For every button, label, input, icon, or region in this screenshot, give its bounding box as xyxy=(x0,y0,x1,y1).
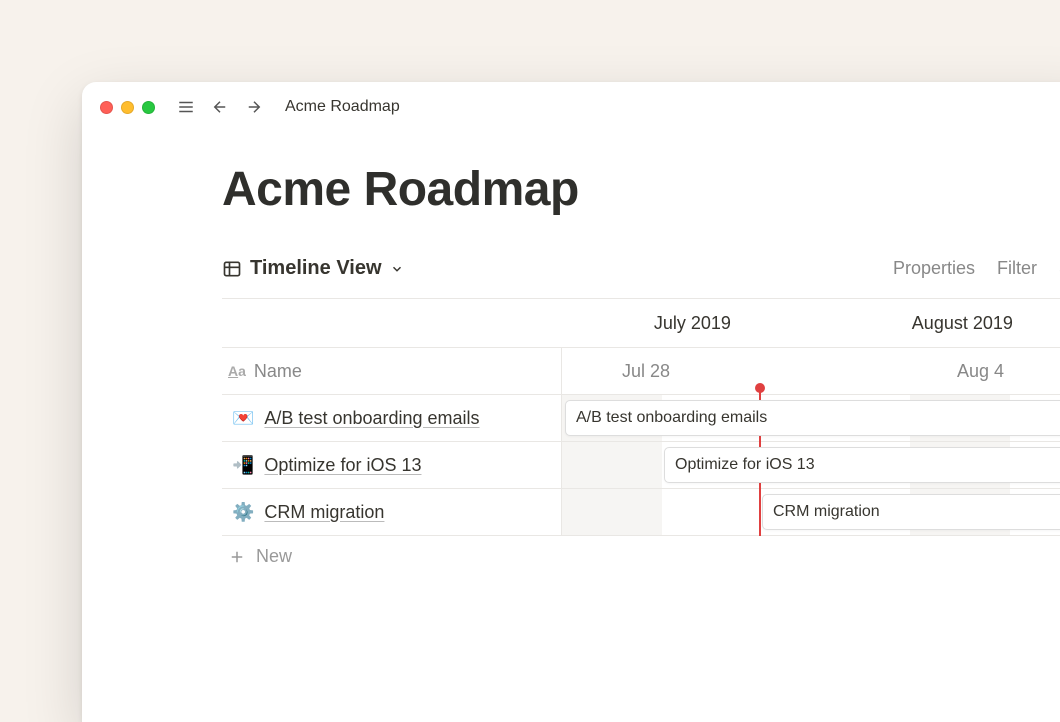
bar-label: CRM migration xyxy=(773,503,880,521)
breadcrumb[interactable]: Acme Roadmap xyxy=(285,98,400,116)
name-header-label: Name xyxy=(254,361,302,382)
page-content: Acme Roadmap Timeline View Properties Fi… xyxy=(82,132,1060,567)
timeline-body: 💌 A/B test onboarding emails A/B test on… xyxy=(222,395,1060,536)
forward-button[interactable] xyxy=(241,94,267,120)
plus-icon xyxy=(228,548,246,566)
menu-button[interactable] xyxy=(173,94,199,120)
row-name-cell[interactable]: 📲 Optimize for iOS 13 xyxy=(222,442,562,488)
view-toolbar: Timeline View Properties Filter Sort xyxy=(222,257,1060,280)
column-header-row: Aa Name Jul 28 Aug 4 xyxy=(222,347,1060,395)
weekend-shade xyxy=(562,489,662,535)
timeline-bar[interactable]: A/B test onboarding emails xyxy=(565,400,1060,436)
emoji-icon: 💌 xyxy=(232,408,254,429)
maximize-icon[interactable] xyxy=(142,101,155,114)
weekend-shade xyxy=(562,442,662,488)
row-timeline[interactable]: Optimize for iOS 13 xyxy=(562,442,1060,488)
row-title: CRM migration xyxy=(264,502,384,523)
timeline-bar[interactable]: CRM migration xyxy=(762,494,1060,530)
emoji-icon: ⚙️ xyxy=(232,502,254,523)
view-actions: Properties Filter Sort xyxy=(893,258,1060,279)
close-icon[interactable] xyxy=(100,101,113,114)
row-timeline[interactable]: A/B test onboarding emails xyxy=(562,395,1060,441)
timeline-bar[interactable]: Optimize for iOS 13 xyxy=(664,447,1060,483)
view-switcher[interactable]: Timeline View xyxy=(222,257,404,280)
row-name-cell[interactable]: 💌 A/B test onboarding emails xyxy=(222,395,562,441)
page-title: Acme Roadmap xyxy=(222,162,1060,217)
titlebar: Acme Roadmap xyxy=(82,82,1060,132)
app-window: Acme Roadmap Acme Roadmap Timeline View … xyxy=(82,82,1060,722)
chevron-down-icon xyxy=(390,262,404,276)
row-timeline[interactable]: CRM migration xyxy=(562,489,1060,535)
hamburger-icon xyxy=(177,98,195,116)
filter-button[interactable]: Filter xyxy=(997,258,1037,279)
row-title: Optimize for iOS 13 xyxy=(264,455,421,476)
table-row[interactable]: ⚙️ CRM migration CRM migration xyxy=(222,489,1060,536)
date-label: Jul 28 xyxy=(622,361,670,382)
text-property-icon: Aa xyxy=(228,363,246,379)
emoji-icon: 📲 xyxy=(232,455,254,476)
new-row-label: New xyxy=(256,546,292,567)
new-row-button[interactable]: New xyxy=(222,536,1060,567)
back-button[interactable] xyxy=(207,94,233,120)
name-column-header[interactable]: Aa Name xyxy=(222,348,562,394)
bar-label: A/B test onboarding emails xyxy=(576,409,767,427)
row-title: A/B test onboarding emails xyxy=(264,408,479,429)
bar-label: Optimize for iOS 13 xyxy=(675,456,815,474)
month-header: July 2019 August 2019 xyxy=(222,299,1060,347)
arrow-left-icon xyxy=(211,98,229,116)
month-label: August 2019 xyxy=(823,313,1060,334)
month-label: July 2019 xyxy=(562,313,823,334)
table-row[interactable]: 📲 Optimize for iOS 13 Optimize for iOS 1… xyxy=(222,442,1060,489)
properties-button[interactable]: Properties xyxy=(893,258,975,279)
table-row[interactable]: 💌 A/B test onboarding emails A/B test on… xyxy=(222,395,1060,442)
date-label: Aug 4 xyxy=(957,361,1004,382)
arrow-right-icon xyxy=(245,98,263,116)
timeline-icon xyxy=(222,259,242,279)
minimize-icon[interactable] xyxy=(121,101,134,114)
date-column-header: Jul 28 Aug 4 xyxy=(562,348,1060,394)
window-controls xyxy=(100,101,155,114)
row-name-cell[interactable]: ⚙️ CRM migration xyxy=(222,489,562,535)
timeline-grid: Aa Name Jul 28 Aug 4 💌 A/B test onboardi… xyxy=(222,347,1060,567)
view-label: Timeline View xyxy=(250,257,382,280)
